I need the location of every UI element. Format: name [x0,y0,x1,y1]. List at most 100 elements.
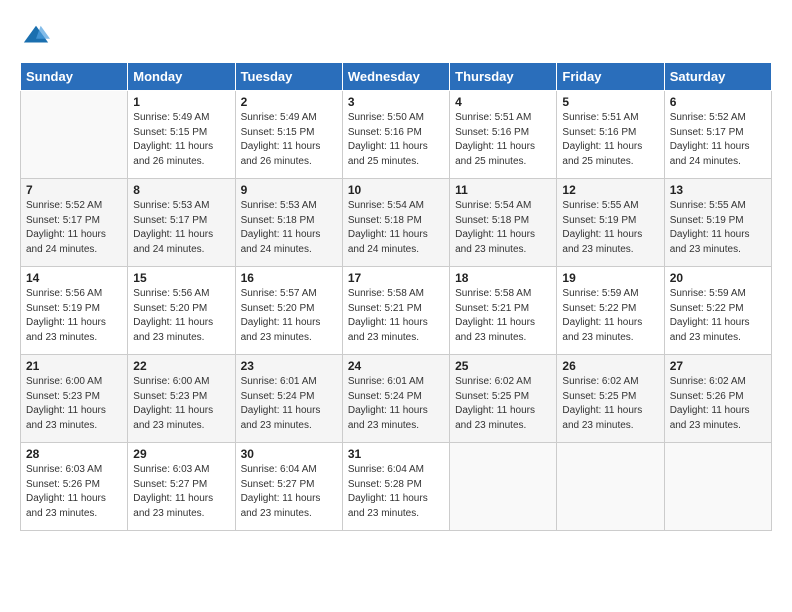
calendar-cell: 30 Sunrise: 6:04 AM Sunset: 5:27 PM Dayli… [235,443,342,531]
day-number: 22 [133,359,229,373]
logo-text [20,22,50,50]
day-info: Sunrise: 5:55 AM Sunset: 5:19 PM Dayligh… [670,199,766,257]
column-header-monday: Monday [128,63,235,91]
calendar-cell: 15 Sunrise: 5:56 AM Sunset: 5:20 PM Dayli… [128,267,235,355]
column-header-sunday: Sunday [21,63,128,91]
logo-icon [22,22,50,50]
day-number: 21 [26,359,122,373]
calendar-cell: 9 Sunrise: 5:53 AM Sunset: 5:18 PM Daylig… [235,179,342,267]
calendar-cell: 10 Sunrise: 5:54 AM Sunset: 5:18 PM Dayli… [342,179,449,267]
calendar-week-1: 1 Sunrise: 5:49 AM Sunset: 5:15 PM Daylig… [21,91,772,179]
calendar-cell: 27Sunrise: 6:02 AM Sunset: 5:26 PM Dayli… [664,355,771,443]
day-number: 1 [133,95,229,109]
column-header-thursday: Thursday [450,63,557,91]
calendar-week-3: 14 Sunrise: 5:56 AM Sunset: 5:19 PM Dayli… [21,267,772,355]
day-info: Sunrise: 5:56 AM Sunset: 5:19 PM Dayligh… [26,287,122,345]
day-info: Sunrise: 6:04 AM Sunset: 5:28 PM Dayligh… [348,463,444,521]
day-number: 15 [133,271,229,285]
calendar-cell: 6 Sunrise: 5:52 AM Sunset: 5:17 PM Daylig… [664,91,771,179]
column-header-friday: Friday [557,63,664,91]
day-info: Sunrise: 5:50 AM Sunset: 5:16 PM Dayligh… [348,111,444,169]
calendar-cell: 1 Sunrise: 5:49 AM Sunset: 5:15 PM Daylig… [128,91,235,179]
day-info: Sunrise: 5:54 AM Sunset: 5:18 PM Dayligh… [348,199,444,257]
day-info: Sunrise: 6:03 AM Sunset: 5:26 PM Dayligh… [26,463,122,521]
day-number: 2 [241,95,337,109]
day-number: 10 [348,183,444,197]
day-number: 9 [241,183,337,197]
day-info: Sunrise: 5:56 AM Sunset: 5:20 PM Dayligh… [133,287,229,345]
day-number: 3 [348,95,444,109]
day-number: 23 [241,359,337,373]
calendar-header-row: SundayMondayTuesdayWednesdayThursdayFrid… [21,63,772,91]
day-info: Sunrise: 6:02 AM Sunset: 5:25 PM Dayligh… [455,375,551,433]
calendar-cell: 5 Sunrise: 5:51 AM Sunset: 5:16 PM Daylig… [557,91,664,179]
day-info: Sunrise: 5:54 AM Sunset: 5:18 PM Dayligh… [455,199,551,257]
calendar-cell: 11 Sunrise: 5:54 AM Sunset: 5:18 PM Dayli… [450,179,557,267]
day-info: Sunrise: 5:51 AM Sunset: 5:16 PM Dayligh… [562,111,658,169]
calendar-week-5: 28 Sunrise: 6:03 AM Sunset: 5:26 PM Dayli… [21,443,772,531]
day-info: Sunrise: 6:00 AM Sunset: 5:23 PM Dayligh… [26,375,122,433]
day-info: Sunrise: 5:52 AM Sunset: 5:17 PM Dayligh… [670,111,766,169]
calendar-cell [664,443,771,531]
calendar-cell: 24 Sunrise: 6:01 AM Sunset: 5:24 PM Dayli… [342,355,449,443]
day-number: 30 [241,447,337,461]
day-info: Sunrise: 5:59 AM Sunset: 5:22 PM Dayligh… [562,287,658,345]
day-number: 8 [133,183,229,197]
calendar-cell: 29Sunrise: 6:03 AM Sunset: 5:27 PM Dayli… [128,443,235,531]
page-container: SundayMondayTuesdayWednesdayThursdayFrid… [0,0,792,541]
page-header [20,18,772,50]
day-info: Sunrise: 5:58 AM Sunset: 5:21 PM Dayligh… [348,287,444,345]
column-header-tuesday: Tuesday [235,63,342,91]
column-header-wednesday: Wednesday [342,63,449,91]
calendar-cell: 16 Sunrise: 5:57 AM Sunset: 5:20 PM Dayli… [235,267,342,355]
calendar-cell: 17Sunrise: 5:58 AM Sunset: 5:21 PM Dayli… [342,267,449,355]
day-info: Sunrise: 6:00 AM Sunset: 5:23 PM Dayligh… [133,375,229,433]
calendar-cell: 23Sunrise: 6:01 AM Sunset: 5:24 PM Dayli… [235,355,342,443]
calendar-cell: 18 Sunrise: 5:58 AM Sunset: 5:21 PM Dayli… [450,267,557,355]
day-info: Sunrise: 5:53 AM Sunset: 5:17 PM Dayligh… [133,199,229,257]
day-info: Sunrise: 5:58 AM Sunset: 5:21 PM Dayligh… [455,287,551,345]
day-number: 12 [562,183,658,197]
day-number: 18 [455,271,551,285]
day-info: Sunrise: 5:49 AM Sunset: 5:15 PM Dayligh… [241,111,337,169]
calendar-cell: 20 Sunrise: 5:59 AM Sunset: 5:22 PM Dayli… [664,267,771,355]
calendar-cell: 25 Sunrise: 6:02 AM Sunset: 5:25 PM Dayli… [450,355,557,443]
day-info: Sunrise: 5:51 AM Sunset: 5:16 PM Dayligh… [455,111,551,169]
day-number: 20 [670,271,766,285]
day-number: 26 [562,359,658,373]
calendar-cell [557,443,664,531]
day-info: Sunrise: 6:02 AM Sunset: 5:25 PM Dayligh… [562,375,658,433]
day-number: 27 [670,359,766,373]
day-number: 16 [241,271,337,285]
calendar-cell: 3 Sunrise: 5:50 AM Sunset: 5:16 PM Daylig… [342,91,449,179]
day-number: 4 [455,95,551,109]
calendar-cell [450,443,557,531]
day-number: 29 [133,447,229,461]
day-info: Sunrise: 6:01 AM Sunset: 5:24 PM Dayligh… [348,375,444,433]
calendar-cell: 8 Sunrise: 5:53 AM Sunset: 5:17 PM Daylig… [128,179,235,267]
day-number: 24 [348,359,444,373]
day-number: 25 [455,359,551,373]
day-info: Sunrise: 5:59 AM Sunset: 5:22 PM Dayligh… [670,287,766,345]
day-number: 6 [670,95,766,109]
day-info: Sunrise: 5:49 AM Sunset: 5:15 PM Dayligh… [133,111,229,169]
day-number: 11 [455,183,551,197]
day-info: Sunrise: 6:04 AM Sunset: 5:27 PM Dayligh… [241,463,337,521]
day-info: Sunrise: 5:55 AM Sunset: 5:19 PM Dayligh… [562,199,658,257]
column-header-saturday: Saturday [664,63,771,91]
calendar-cell: 22 Sunrise: 6:00 AM Sunset: 5:23 PM Dayli… [128,355,235,443]
calendar-cell: 31 Sunrise: 6:04 AM Sunset: 5:28 PM Dayli… [342,443,449,531]
day-info: Sunrise: 5:53 AM Sunset: 5:18 PM Dayligh… [241,199,337,257]
day-number: 28 [26,447,122,461]
calendar-cell: 21 Sunrise: 6:00 AM Sunset: 5:23 PM Dayli… [21,355,128,443]
calendar-cell [21,91,128,179]
day-info: Sunrise: 5:57 AM Sunset: 5:20 PM Dayligh… [241,287,337,345]
calendar-cell: 19Sunrise: 5:59 AM Sunset: 5:22 PM Dayli… [557,267,664,355]
calendar-cell: 2 Sunrise: 5:49 AM Sunset: 5:15 PM Daylig… [235,91,342,179]
day-number: 31 [348,447,444,461]
calendar-table: SundayMondayTuesdayWednesdayThursdayFrid… [20,62,772,531]
day-number: 5 [562,95,658,109]
day-number: 14 [26,271,122,285]
calendar-cell: 13Sunrise: 5:55 AM Sunset: 5:19 PM Dayli… [664,179,771,267]
calendar-cell: 28 Sunrise: 6:03 AM Sunset: 5:26 PM Dayli… [21,443,128,531]
